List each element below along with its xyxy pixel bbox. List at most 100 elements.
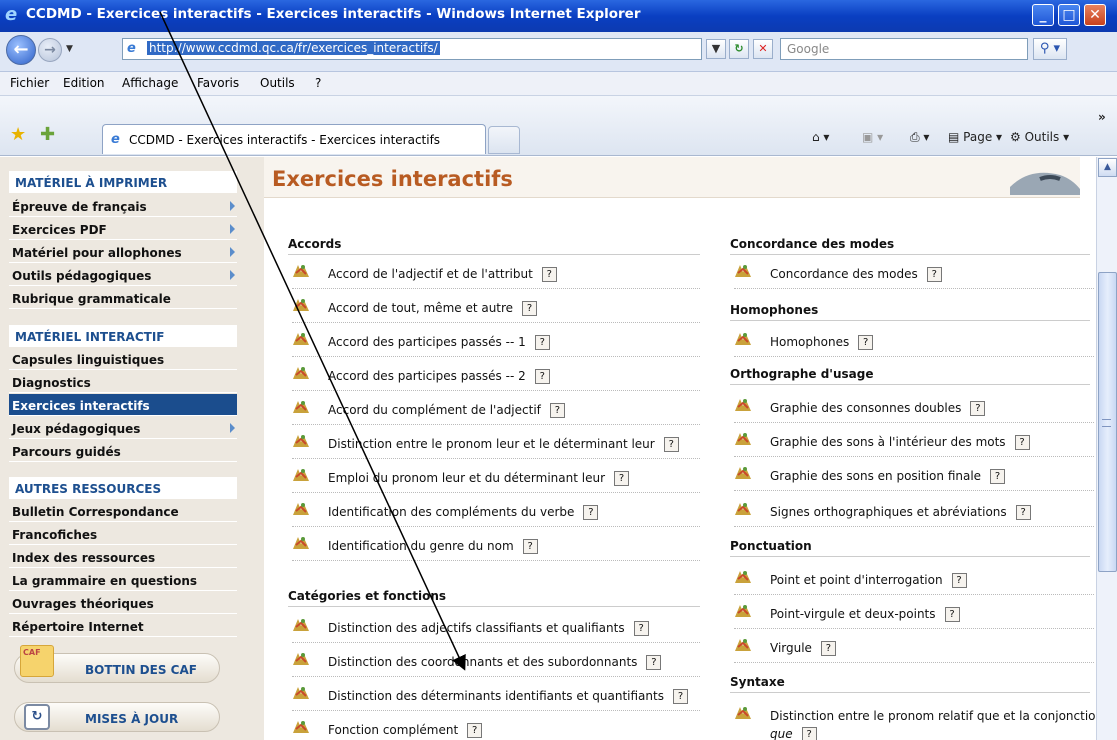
exercise-link[interactable]: Signes orthographiques et abréviations? [770,505,1031,520]
close-button[interactable]: ✕ [1084,4,1106,26]
help-button[interactable]: ? [858,335,874,350]
exercise-item[interactable]: Graphie des sons à l'intérieur des mots? [734,431,1094,457]
sidebar-item-exercices-interactifs[interactable]: Exercices interactifs [9,394,237,416]
feeds-icon[interactable]: ▣ ▾ [862,130,883,144]
minimize-button[interactable]: _ [1032,4,1054,26]
exercise-item[interactable]: Emploi du pronom leur et du déterminant … [292,467,700,493]
help-button[interactable]: ? [522,539,538,554]
help-button[interactable]: ? [970,401,986,416]
sidebar-item-outils[interactable]: Outils pédagogiques [9,264,237,286]
help-button[interactable]: ? [646,655,662,670]
favorites-star-icon[interactable]: ★ [10,124,26,145]
exercise-link[interactable]: Accord de tout, même et autre? [328,301,538,316]
sidebar-item-ouvrages[interactable]: Ouvrages théoriques [9,592,237,614]
exercise-link[interactable]: Distinction entre le pronom leur et le d… [328,437,679,452]
help-button[interactable]: ? [549,403,565,418]
exercise-item[interactable]: Distinction des coordonnants et des subo… [292,651,700,677]
exercise-link-line2[interactable]: que? [770,727,817,740]
exercise-link[interactable]: Accord des participes passés -- 2? [328,369,550,384]
sidebar-item-capsules[interactable]: Capsules linguistiques [9,348,237,370]
exercise-item[interactable]: Identification du genre du nom? [292,535,700,561]
help-button[interactable]: ? [663,437,679,452]
exercise-link[interactable]: Distinction des adjectifs classifiants e… [328,621,649,636]
more-commands-icon[interactable]: » [1098,110,1106,124]
exercise-item[interactable]: Graphie des sons en position finale? [734,465,1094,491]
vertical-scrollbar[interactable]: ▲ [1096,157,1117,740]
menu-edition[interactable]: Edition [63,76,105,90]
new-tab-button[interactable] [488,126,520,154]
help-button[interactable]: ? [672,689,688,704]
exercise-link[interactable]: Point et point d'interrogation? [770,573,967,588]
help-button[interactable]: ? [944,607,960,622]
help-button[interactable]: ? [990,469,1006,484]
history-dropdown-icon[interactable]: ▼ [66,44,73,54]
menu-outils[interactable]: Outils [260,76,295,90]
help-button[interactable]: ? [467,723,483,738]
help-button[interactable]: ? [583,505,599,520]
back-button[interactable]: ← [6,35,36,65]
menu-fichier[interactable]: Fichier [10,76,49,90]
exercise-link[interactable]: Fonction complément? [328,723,483,738]
menu-help[interactable]: ? [315,76,321,90]
exercise-link[interactable]: Accord de l'adjectif et de l'attribut? [328,267,557,282]
sidebar-item-index[interactable]: Index des ressources [9,546,237,568]
exercise-link[interactable]: Point-virgule et deux-points? [770,607,960,622]
help-button[interactable]: ? [522,301,538,316]
add-favorite-icon[interactable]: ✚ [40,124,55,145]
sidebar-item-grammaire[interactable]: La grammaire en questions [9,569,237,591]
exercise-item[interactable]: Point-virgule et deux-points? [734,603,1094,629]
exercise-item[interactable]: Accord du complément de l'adjectif? [292,399,700,425]
forward-button[interactable]: → [38,38,62,62]
exercise-link[interactable]: Graphie des sons à l'intérieur des mots? [770,435,1030,450]
exercise-item[interactable]: Distinction entre le pronom relatif que … [734,705,1096,740]
tools-menu-button[interactable]: ⚙ Outils ▾ [1010,130,1069,144]
print-icon[interactable]: ⎙ ▾ [910,130,929,145]
sidebar-item-exercices-pdf[interactable]: Exercices PDF [9,218,237,240]
exercise-link[interactable]: Virgule? [770,641,836,656]
sidebar-item-allophones[interactable]: Matériel pour allophones [9,241,237,263]
sidebar-item-parcours[interactable]: Parcours guidés [9,440,237,462]
menu-affichage[interactable]: Affichage [122,76,178,90]
sidebar-item-epreuve[interactable]: Épreuve de français [9,195,237,217]
stop-button[interactable]: ✕ [753,39,773,59]
search-input[interactable]: Google [780,38,1028,60]
exercise-item[interactable]: Point et point d'interrogation? [734,569,1094,595]
address-input[interactable]: e http://www.ccdmd.qc.ca/fr/exercices_in… [122,38,702,60]
exercise-item[interactable]: Accord des participes passés -- 2? [292,365,700,391]
exercise-item[interactable]: Distinction entre le pronom leur et le d… [292,433,700,459]
exercise-item[interactable]: Homophones? [734,331,1094,357]
help-button[interactable]: ? [801,727,817,740]
help-button[interactable]: ? [534,369,550,384]
exercise-link[interactable]: Distinction entre le pronom relatif que … [770,709,1096,723]
scroll-up-button[interactable]: ▲ [1098,158,1117,177]
sidebar-item-diagnostics[interactable]: Diagnostics [9,371,237,393]
exercise-item[interactable]: Fonction complément? [292,719,700,740]
sidebar-item-repertoire[interactable]: Répertoire Internet [9,615,237,637]
exercise-item[interactable]: Identification des compléments du verbe? [292,501,700,527]
help-button[interactable]: ? [541,267,557,282]
sidebar-item-francofiches[interactable]: Francofiches [9,523,237,545]
exercise-item[interactable]: Distinction des adjectifs classifiants e… [292,617,700,643]
exercise-link[interactable]: Identification du genre du nom? [328,539,538,554]
exercise-item[interactable]: Concordance des modes? [734,263,1094,289]
exercise-link[interactable]: Identification des compléments du verbe? [328,505,599,520]
exercise-link[interactable]: Homophones? [770,335,874,350]
tab-active[interactable]: e CCDMD - Exercices interactifs - Exerci… [102,124,486,154]
exercise-link[interactable]: Accord des participes passés -- 1? [328,335,550,350]
help-button[interactable]: ? [633,621,649,636]
search-button[interactable]: ⚲ ▾ [1033,38,1067,60]
help-button[interactable]: ? [1014,435,1030,450]
exercise-link[interactable]: Distinction des coordonnants et des subo… [328,655,662,670]
sidebar-item-rubrique[interactable]: Rubrique grammaticale [9,287,237,309]
exercise-item[interactable]: Accord de tout, même et autre? [292,297,700,323]
refresh-button[interactable]: ↻ [729,39,749,59]
exercise-item[interactable]: Accord des participes passés -- 1? [292,331,700,357]
help-button[interactable]: ? [1015,505,1031,520]
exercise-item[interactable]: Signes orthographiques et abréviations? [734,501,1094,527]
exercise-link[interactable]: Distinction des déterminants identifiant… [328,689,688,704]
help-button[interactable]: ? [926,267,942,282]
menu-favoris[interactable]: Favoris [197,76,239,90]
exercise-item[interactable]: Graphie des consonnes doubles? [734,397,1094,423]
maximize-button[interactable]: □ [1058,4,1080,26]
page-menu-button[interactable]: ▤ Page ▾ [948,130,1002,144]
